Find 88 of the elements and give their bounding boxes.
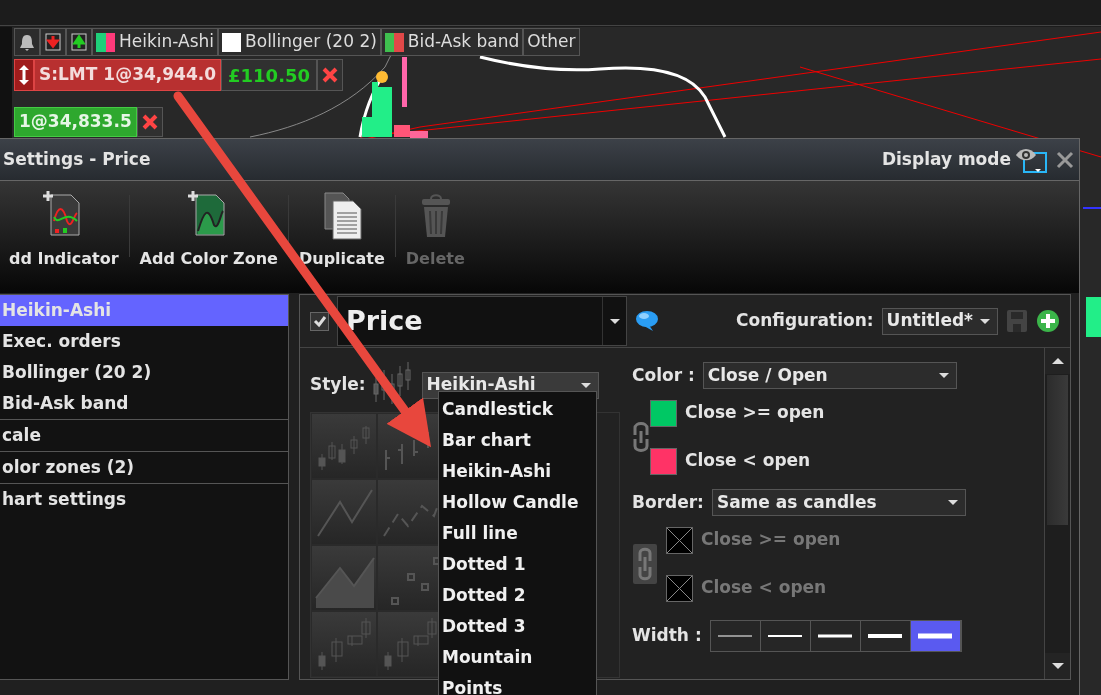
style-label: Style: [310,373,366,397]
chain-icon[interactable] [632,543,658,585]
caret-icon [979,317,991,325]
line-width-option[interactable] [860,621,911,651]
color-swatch [384,32,404,52]
color-swatch [222,32,242,52]
caret-icon [608,317,621,325]
visibility-checkbox[interactable] [310,311,329,331]
close-button[interactable] [317,59,343,91]
sidebar-item[interactable]: Bollinger (20 2) [0,357,288,388]
dropdown-option[interactable]: Heikin-Ashi [442,456,593,487]
link-icon[interactable] [632,421,650,453]
down-arrow-icon [1050,662,1065,670]
style-thumbnail[interactable] [311,611,377,677]
close-button[interactable] [136,107,163,137]
close-icon [1055,150,1075,170]
dropdown-option[interactable]: Bar chart [442,425,593,456]
scrollbar[interactable] [1044,348,1070,679]
legend-item[interactable]: Heikin-Ashi [92,28,219,56]
up-arrow-icon [1050,357,1065,365]
dropdown-option[interactable]: Dotted 1 [442,549,593,580]
swatch-label: Close >= open [685,401,825,425]
dropdown-option[interactable]: Mountain [442,642,593,673]
upload-icon [69,32,89,52]
width-label: Width : [632,624,702,648]
color-swatch [96,32,115,52]
dropdown-option[interactable]: Hollow Candle [442,487,593,518]
style-thumbnail[interactable] [311,479,377,545]
comment-icon [635,310,659,332]
add-button[interactable]: dd Indicator [0,181,129,271]
display-mode-label: Display mode [881,147,1011,171]
swatch-label: Close < open [701,576,827,600]
plus-icon [1036,309,1060,334]
legend-item[interactable]: Other [523,28,580,56]
download-icon [43,32,63,52]
add-button[interactable] [1036,308,1060,334]
price-line [1083,207,1101,209]
bell-icon [17,32,37,52]
legend-item[interactable]: Bid-Ask band [380,28,524,56]
border-mode-dropdown[interactable]: Same as candles [711,489,966,516]
dropdown-option[interactable]: Full line [442,518,593,549]
color-mode-dropdown[interactable]: Close / Open [702,362,957,389]
caret-icon [579,381,592,389]
configuration-dropdown[interactable]: Untitled* [881,307,998,335]
line-width-option[interactable] [810,621,861,651]
style-thumbnail[interactable] [311,545,377,611]
dropdown-option[interactable]: Dotted 2 [442,580,593,611]
move-handle[interactable] [14,59,34,91]
line-width-option[interactable] [760,621,811,651]
sidebar-item[interactable]: olor zones (2) [0,451,288,483]
order-marker [376,71,388,83]
position-label: 1@34,833.5 [14,107,137,137]
profit-value: £110.50 [221,59,317,91]
swatch-label: Close >= open [701,528,841,552]
close-icon [141,114,158,130]
legend-item[interactable]: Bollinger (20 2) [218,28,381,56]
scroll-up-button[interactable] [1045,348,1070,374]
line-icon [818,633,853,639]
dropdown-option[interactable]: Points [442,673,593,695]
border-label: Border: [632,490,704,514]
candle [1086,297,1101,337]
up-down-arrow-icon [18,64,30,86]
dropdown-option[interactable]: Dotted 3 [442,611,593,642]
sidebar-item[interactable]: Exec. orders [0,326,288,357]
color-label: Color : [632,363,695,387]
close-icon [322,67,338,83]
bell-button[interactable] [14,28,40,56]
line-width-selector[interactable] [709,620,962,652]
color-swatch-button[interactable] [650,447,677,475]
sidebar-item[interactable]: Bid-Ask band [0,388,288,419]
sidebar-item[interactable]: cale [0,419,288,451]
line-width-option[interactable] [910,621,961,651]
duplicate-button[interactable]: Duplicate [288,181,395,271]
name-dropdown[interactable]: Price [337,296,627,346]
add-button[interactable]: Add Color Zone [129,181,288,271]
caret-icon [946,499,959,506]
dialog-title: Settings - Price [3,147,151,171]
style-thumbnail[interactable] [311,413,377,479]
sidebar-item[interactable]: hart settings [0,483,288,515]
swatch-label: Close < open [685,449,811,473]
configuration-label: Configuration: [736,309,874,333]
check-icon [312,314,327,328]
order-label: S:LMT 1@34,944.0 [34,59,222,91]
color-swatch-button[interactable] [650,399,677,427]
upload-button[interactable] [66,28,92,56]
caret-icon [937,372,950,379]
scroll-down-button[interactable] [1045,653,1070,679]
download-button[interactable] [40,28,66,56]
